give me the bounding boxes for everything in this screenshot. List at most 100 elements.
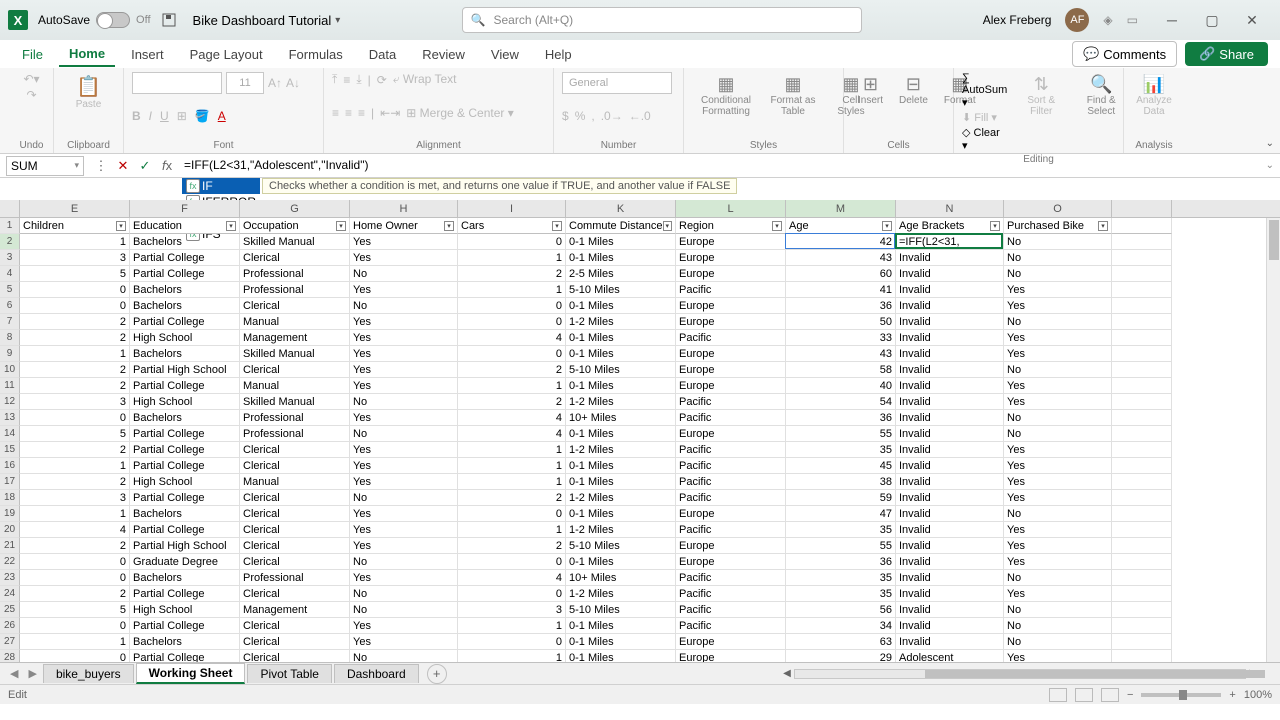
cell-K4[interactable]: 2-5 Miles	[566, 266, 676, 282]
cell-O26[interactable]: No	[1004, 618, 1112, 634]
cell-H20[interactable]: Yes	[350, 522, 458, 538]
share-button[interactable]: 🔗 Share	[1185, 42, 1268, 66]
cell-E12[interactable]: 3	[20, 394, 130, 410]
cell-G28[interactable]: Clerical	[240, 650, 350, 662]
cell-N20[interactable]: Invalid	[896, 522, 1004, 538]
indent-icon[interactable]: ⇤⇥	[380, 106, 400, 120]
formula-dropdown-icon[interactable]: ⋮	[93, 158, 109, 174]
cell-K17[interactable]: 0-1 Miles	[566, 474, 676, 490]
cell-N15[interactable]: Invalid	[896, 442, 1004, 458]
sheet-tab-pivot-table[interactable]: Pivot Table	[247, 664, 331, 683]
cell-L16[interactable]: Pacific	[676, 458, 786, 474]
cell-O17[interactable]: Yes	[1004, 474, 1112, 490]
cell-H10[interactable]: Yes	[350, 362, 458, 378]
row-header-1[interactable]: 1	[0, 218, 20, 234]
cell-K5[interactable]: 5-10 Miles	[566, 282, 676, 298]
cell-G2[interactable]: Skilled Manual	[240, 234, 350, 250]
decrease-font-icon[interactable]: A↓	[286, 76, 300, 90]
cell-I4[interactable]: 2	[458, 266, 566, 282]
cell-M10[interactable]: 58	[786, 362, 896, 378]
col-header-H[interactable]: H	[350, 200, 458, 217]
cell-G4[interactable]: Professional	[240, 266, 350, 282]
tab-view[interactable]: View	[481, 43, 529, 66]
sheet-nav-next-icon[interactable]: ▶	[24, 667, 40, 680]
cell-H19[interactable]: Yes	[350, 506, 458, 522]
cell-E9[interactable]: 1	[20, 346, 130, 362]
cell-I23[interactable]: 4	[458, 570, 566, 586]
view-page-layout-icon[interactable]	[1075, 688, 1093, 702]
cell-F23[interactable]: Bachelors	[130, 570, 240, 586]
cell-M16[interactable]: 45	[786, 458, 896, 474]
col-header-N[interactable]: N	[896, 200, 1004, 217]
row-header-14[interactable]: 14	[0, 426, 20, 442]
row-header-23[interactable]: 23	[0, 570, 20, 586]
cell-E16[interactable]: 1	[20, 458, 130, 474]
minimize-button[interactable]: ─	[1152, 5, 1192, 35]
cell-F20[interactable]: Partial College	[130, 522, 240, 538]
cell-N25[interactable]: Invalid	[896, 602, 1004, 618]
accept-formula-icon[interactable]: ✓	[137, 158, 153, 174]
sheet-nav-prev-icon[interactable]: ◀	[6, 667, 22, 680]
analyze-data-button[interactable]: 📊Analyze Data	[1132, 72, 1176, 119]
cell-O18[interactable]: Yes	[1004, 490, 1112, 506]
cell-H14[interactable]: No	[350, 426, 458, 442]
cell-H4[interactable]: No	[350, 266, 458, 282]
cell-O27[interactable]: No	[1004, 634, 1112, 650]
cancel-formula-icon[interactable]: ✕	[115, 158, 131, 174]
filter-icon[interactable]: ▾	[990, 221, 1000, 231]
cell-N23[interactable]: Invalid	[896, 570, 1004, 586]
redo-icon[interactable]: ↷	[26, 88, 36, 102]
font-family-select[interactable]	[132, 72, 222, 94]
fill-color-icon[interactable]: 🪣	[195, 109, 210, 123]
row-header-22[interactable]: 22	[0, 554, 20, 570]
cell-G11[interactable]: Manual	[240, 378, 350, 394]
cell-K11[interactable]: 0-1 Miles	[566, 378, 676, 394]
cell-F18[interactable]: Partial College	[130, 490, 240, 506]
cell-N16[interactable]: Invalid	[896, 458, 1004, 474]
cell-K18[interactable]: 1-2 Miles	[566, 490, 676, 506]
cell-L11[interactable]: Europe	[676, 378, 786, 394]
cell-K23[interactable]: 10+ Miles	[566, 570, 676, 586]
cell-H22[interactable]: No	[350, 554, 458, 570]
font-size-select[interactable]: 11	[226, 72, 264, 94]
cell-L3[interactable]: Europe	[676, 250, 786, 266]
row-header-4[interactable]: 4	[0, 266, 20, 282]
col-header-P[interactable]	[1112, 200, 1172, 217]
cell-M14[interactable]: 55	[786, 426, 896, 442]
cell-F15[interactable]: Partial College	[130, 442, 240, 458]
name-box[interactable]: SUM▾	[6, 156, 84, 176]
cell-L26[interactable]: Pacific	[676, 618, 786, 634]
autosave-toggle[interactable]: AutoSave Off	[38, 12, 151, 28]
cell-O7[interactable]: No	[1004, 314, 1112, 330]
cell-H5[interactable]: Yes	[350, 282, 458, 298]
cell-N8[interactable]: Invalid	[896, 330, 1004, 346]
cell-L28[interactable]: Europe	[676, 650, 786, 662]
cell-L6[interactable]: Europe	[676, 298, 786, 314]
align-right-icon[interactable]: ≡	[358, 106, 365, 120]
cell-H23[interactable]: Yes	[350, 570, 458, 586]
font-color-icon[interactable]: A	[218, 109, 226, 123]
row-header-18[interactable]: 18	[0, 490, 20, 506]
currency-icon[interactable]: $	[562, 109, 569, 123]
cell-I18[interactable]: 2	[458, 490, 566, 506]
tab-help[interactable]: Help	[535, 43, 582, 66]
cell-M19[interactable]: 47	[786, 506, 896, 522]
cell-M27[interactable]: 63	[786, 634, 896, 650]
cell-E4[interactable]: 5	[20, 266, 130, 282]
cell-I15[interactable]: 1	[458, 442, 566, 458]
cell-M4[interactable]: 60	[786, 266, 896, 282]
cell-E18[interactable]: 3	[20, 490, 130, 506]
align-bottom-icon[interactable]: ⤓	[356, 72, 361, 87]
cell-L10[interactable]: Europe	[676, 362, 786, 378]
cell-F12[interactable]: High School	[130, 394, 240, 410]
cell-H6[interactable]: No	[350, 298, 458, 314]
cell-K2[interactable]: 0-1 Miles	[566, 234, 676, 250]
sheet-tab-working-sheet[interactable]: Working Sheet	[136, 663, 246, 684]
cell-E19[interactable]: 1	[20, 506, 130, 522]
cell-E7[interactable]: 2	[20, 314, 130, 330]
header-cell-E[interactable]: Children▾	[20, 218, 130, 234]
header-cell-H[interactable]: Home Owner▾	[350, 218, 458, 234]
cell-I25[interactable]: 3	[458, 602, 566, 618]
cell-N21[interactable]: Invalid	[896, 538, 1004, 554]
cell-L21[interactable]: Europe	[676, 538, 786, 554]
